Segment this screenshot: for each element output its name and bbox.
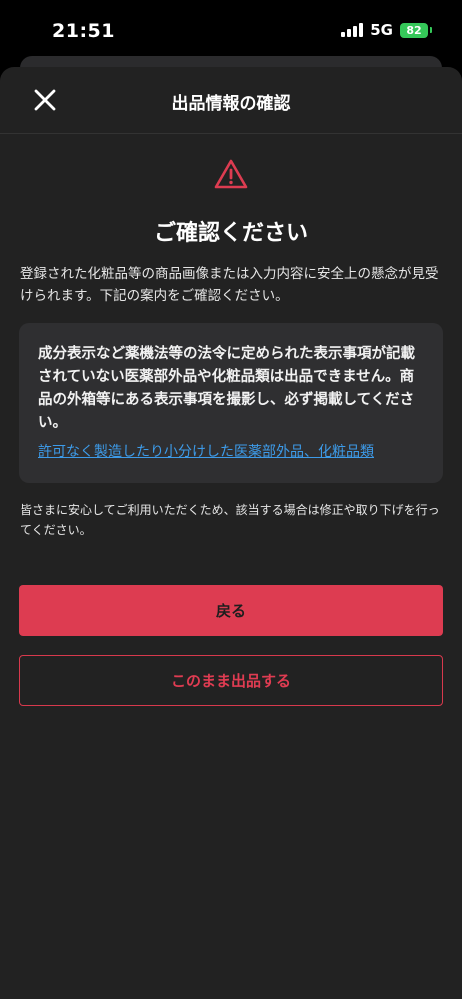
intro-text: 登録された化粧品等の商品画像または入力内容に安全上の懸念が見受けられます。下記の…	[20, 266, 439, 304]
page-heading: ご確認ください	[153, 221, 308, 246]
status-time: 21:51	[52, 20, 115, 42]
footer-text: 皆さまに安心してご利用いただくため、該当する場合は修正や取り下げを行ってください…	[20, 503, 440, 537]
screen: 21:51 5G 82 出品情報の確認 ご確認ください 登録された化粧品等の商品…	[0, 0, 462, 999]
notice-text: 成分表示など薬機法等の法令に定められた表示事項が記載されていない医薬部外品や化粧…	[38, 346, 415, 431]
status-bar: 21:51 5G 82	[0, 0, 462, 62]
warning-triangle-icon	[214, 159, 248, 189]
sheet-title: 出品情報の確認	[171, 94, 291, 114]
notice-box: 成分表示など薬機法等の法令に定められた表示事項が記載されていない医薬部外品や化粧…	[19, 323, 443, 483]
signal-icon	[341, 23, 364, 37]
battery-level: 82	[406, 23, 422, 37]
status-indicators: 5G 82	[341, 21, 432, 39]
battery-icon: 82	[400, 22, 428, 38]
back-button[interactable]: 戻る	[19, 585, 443, 636]
confirmation-sheet: 出品情報の確認 ご確認ください 登録された化粧品等の商品画像または入力内容に安全…	[0, 67, 462, 999]
prohibited-items-link[interactable]: 許可なく製造したり小分けした医薬部外品、化粧品類	[38, 442, 425, 462]
network-label: 5G	[370, 21, 393, 39]
warning-icon-wrap	[0, 159, 462, 189]
battery-cap	[430, 27, 432, 33]
list-anyway-button[interactable]: このまま出品する	[19, 655, 443, 706]
sheet-header: 出品情報の確認	[0, 67, 462, 134]
